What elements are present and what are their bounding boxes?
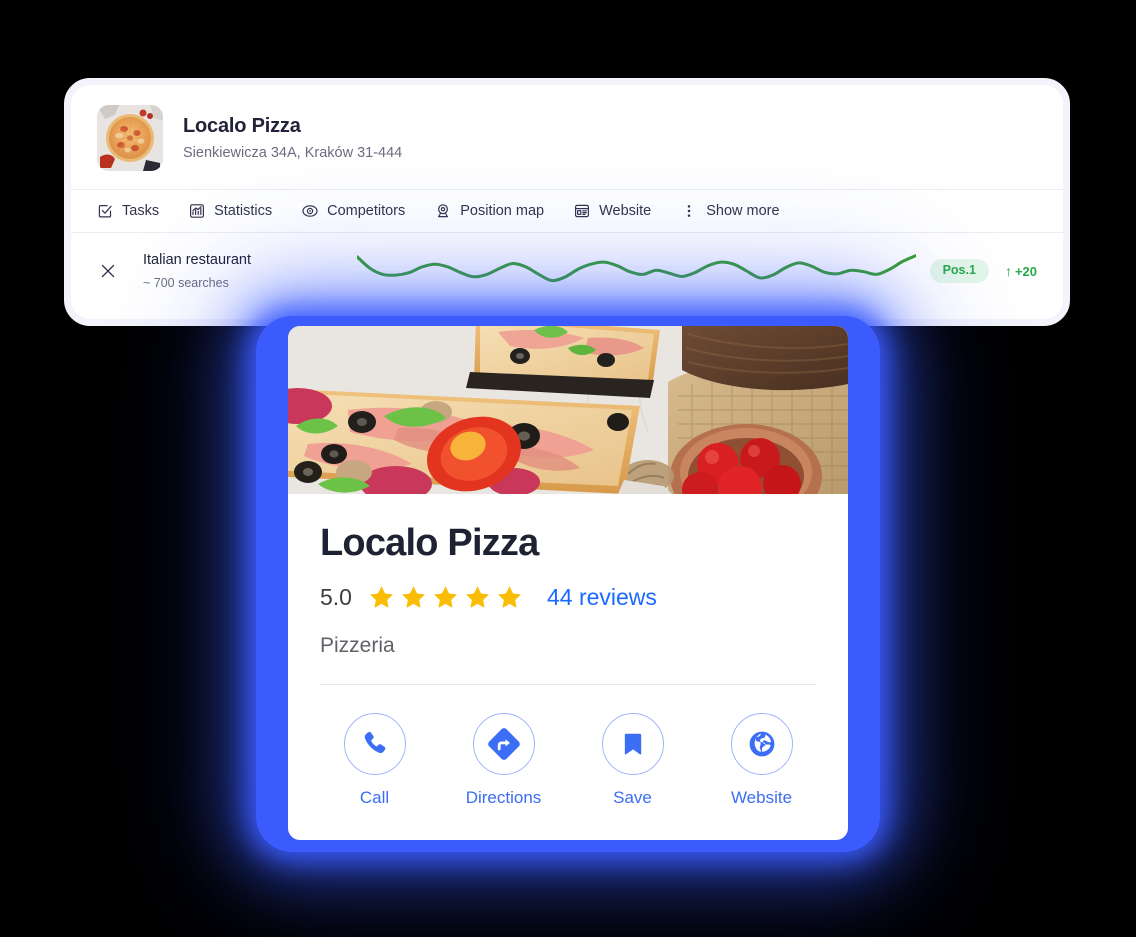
keyword-name: Italian restaurant bbox=[143, 251, 252, 268]
star-icon bbox=[464, 584, 491, 611]
website-button-circle[interactable] bbox=[730, 713, 793, 776]
tab-statistics[interactable]: Statistics bbox=[189, 203, 272, 219]
rating-value: 5.0 bbox=[320, 583, 352, 610]
close-x-icon[interactable] bbox=[97, 260, 119, 282]
keyword-stats: Pos.1 ↑ +20 bbox=[929, 259, 1043, 283]
keyword-search-volume: ~ 700 searches bbox=[143, 276, 229, 291]
business-name: Localo Pizza bbox=[183, 114, 301, 137]
tab-label: Website bbox=[599, 203, 652, 219]
bookmark-icon bbox=[619, 730, 647, 758]
delta-value: +20 bbox=[1014, 263, 1037, 279]
business-header: Localo Pizza Sienkiewicza 34A, Kraków 31… bbox=[71, 85, 1063, 190]
keyword-row: Italian restaurant ~ 700 searches Pos.1 … bbox=[71, 233, 1063, 309]
business-text-block: Localo Pizza Sienkiewicza 34A, Kraków 31… bbox=[183, 114, 402, 162]
reviews-link[interactable]: 44 reviews bbox=[547, 585, 657, 609]
screenshot-stage: Localo Pizza Sienkiewicza 34A, Kraków 31… bbox=[0, 0, 1136, 937]
position-delta: ↑ +20 bbox=[1005, 264, 1037, 279]
save-button[interactable]: Save bbox=[568, 713, 697, 808]
action-label: Directions bbox=[465, 788, 542, 808]
tab-label: Competitors bbox=[327, 203, 406, 219]
tab-label: Position map bbox=[460, 203, 545, 219]
status-badge: Pos.1 bbox=[929, 259, 989, 283]
tab-tasks[interactable]: Tasks bbox=[97, 203, 159, 219]
position-trend-sparkline bbox=[357, 248, 916, 294]
dashboard-tabs: Tasks Statistics Competitors Position ma… bbox=[71, 190, 1063, 233]
gmb-business-card: Localo Pizza 5.0 44 reviews Pizzeria Cal… bbox=[288, 326, 848, 840]
dashboard-card: Localo Pizza Sienkiewicza 34A, Kraków 31… bbox=[64, 78, 1070, 326]
star-icon bbox=[400, 584, 427, 611]
tab-show-more[interactable]: Show more bbox=[681, 203, 780, 219]
call-button-circle[interactable] bbox=[343, 713, 406, 776]
business-address: Sienkiewicza 34A, Kraków 31-444 bbox=[183, 144, 403, 161]
page-title: Localo Pizza bbox=[320, 522, 539, 564]
dots-vertical-icon bbox=[681, 203, 697, 219]
star-icon bbox=[432, 584, 459, 611]
tab-competitors[interactable]: Competitors bbox=[302, 203, 405, 219]
keyword-labels: Italian restaurant ~ 700 searches bbox=[143, 251, 343, 291]
rating-row: 5.0 44 reviews bbox=[320, 584, 816, 611]
tab-label: Tasks bbox=[122, 203, 160, 219]
pizza-photo-thumbnail bbox=[97, 105, 163, 171]
eye-icon bbox=[302, 203, 318, 219]
directions-button[interactable]: Directions bbox=[439, 713, 568, 808]
tab-website[interactable]: Website bbox=[574, 203, 651, 219]
action-label: Call bbox=[359, 788, 390, 808]
pizza-photo-hero bbox=[288, 326, 848, 494]
save-button-circle[interactable] bbox=[601, 713, 664, 776]
map-pin-icon bbox=[435, 203, 451, 219]
browser-window-icon bbox=[574, 203, 590, 219]
directions-diamond-icon bbox=[487, 727, 521, 761]
directions-button-circle[interactable] bbox=[472, 713, 535, 776]
tab-position-map[interactable]: Position map bbox=[435, 203, 544, 219]
star-rating bbox=[368, 584, 523, 611]
website-button[interactable]: Website bbox=[697, 713, 826, 808]
star-icon bbox=[368, 584, 395, 611]
chart-bar-icon bbox=[189, 203, 205, 219]
tab-label: Statistics bbox=[214, 203, 273, 219]
star-icon bbox=[496, 584, 523, 611]
action-label: Save bbox=[613, 788, 652, 808]
gmb-details: Localo Pizza 5.0 44 reviews Pizzeria bbox=[288, 494, 848, 686]
arrow-up-icon: ↑ bbox=[1004, 263, 1012, 279]
checkbox-check-icon bbox=[97, 203, 113, 219]
tab-label: Show more bbox=[706, 203, 780, 219]
gmb-action-bar: Call Directions Save Website bbox=[288, 685, 848, 808]
globe-icon bbox=[746, 728, 778, 760]
call-button[interactable]: Call bbox=[310, 713, 439, 808]
phone-icon bbox=[360, 729, 390, 759]
business-category: Pizzeria bbox=[320, 633, 395, 657]
action-label: Website bbox=[730, 788, 793, 808]
